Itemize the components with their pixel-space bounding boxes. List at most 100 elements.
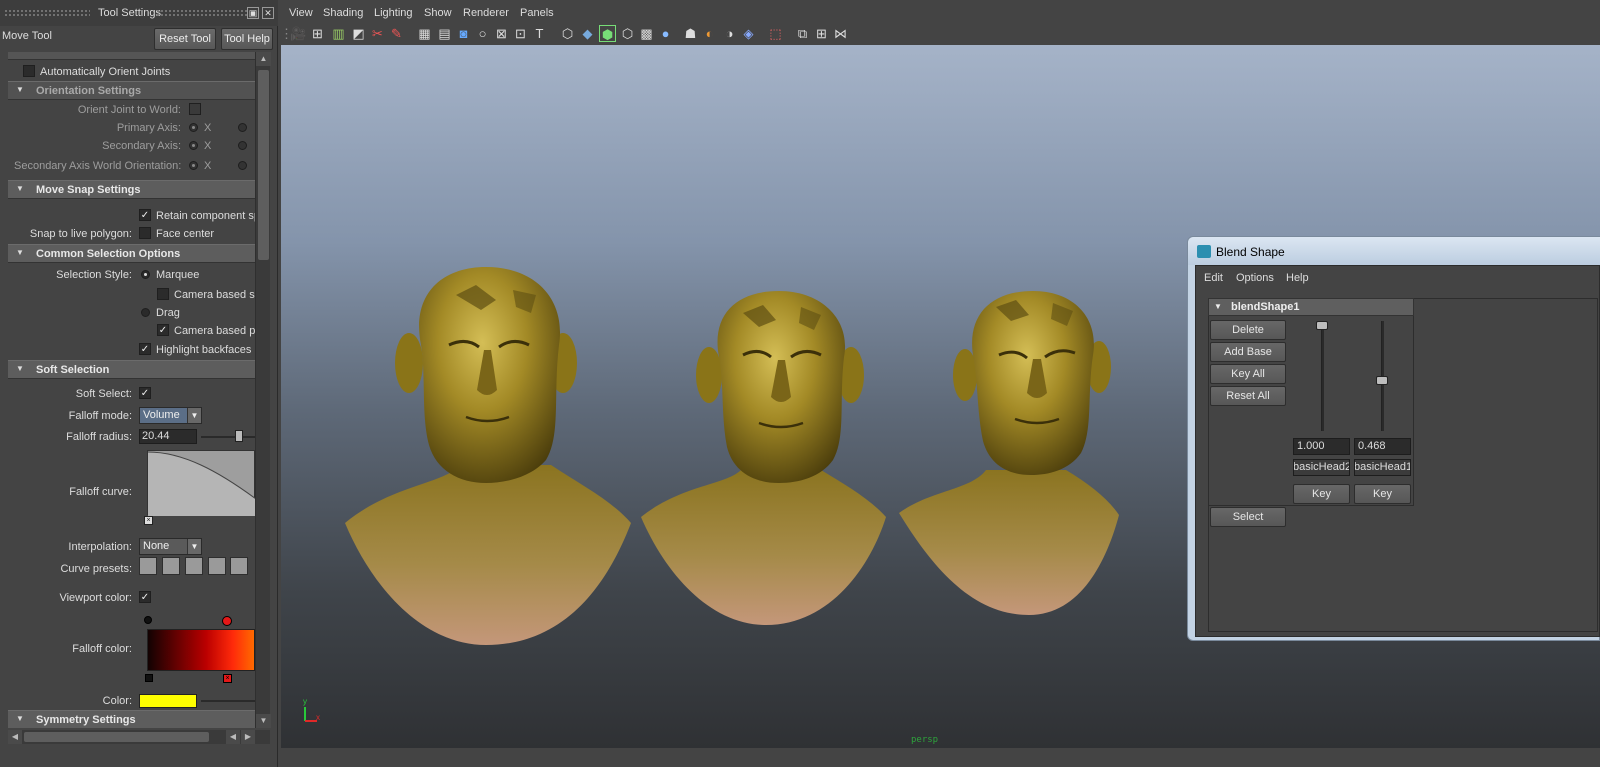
use-all-lights-icon[interactable]: ● [657,25,674,42]
color-stop-selected-icon[interactable]: × [223,674,232,683]
bookmarks-icon[interactable]: ▥ [330,25,347,42]
grease-pencil-icon[interactable]: ✎ [388,25,405,42]
weight-slider-track[interactable] [1321,321,1324,431]
secondary-axis-x-radio[interactable] [189,141,198,150]
scroll-down-icon[interactable]: ▼ [256,714,271,728]
orient-joint-world-checkbox[interactable] [189,103,201,115]
textured-icon[interactable]: ▩ [638,25,655,42]
shadows-icon[interactable]: ☗ [682,25,699,42]
interpolation-dropdown[interactable]: None ▼ [139,538,202,555]
anti-aliasing-icon[interactable]: ◈ [740,25,757,42]
key-button[interactable]: Key [1293,484,1350,504]
key-button[interactable]: Key [1354,484,1411,504]
scrollbar-thumb[interactable] [24,732,209,742]
orientation-settings-header[interactable]: ▼ Orientation Settings [8,81,255,100]
curve-preset-5-button[interactable] [230,557,248,575]
reset-tool-button[interactable]: Reset Tool [154,28,216,50]
scroll-right-icon[interactable]: ▶ [241,730,255,744]
grid-icon[interactable]: ▦ [416,25,433,42]
menu-help[interactable]: Help [1286,272,1309,284]
drag-grip[interactable] [156,9,248,16]
close-icon[interactable]: ✕ [262,7,274,19]
color-stop-red-icon[interactable] [222,616,232,626]
common-selection-header[interactable]: ▼ Common Selection Options [8,244,255,263]
falloff-radius-field[interactable]: 20.44 [139,429,197,444]
wireframe-on-shaded-icon[interactable]: ⬢ [599,25,616,42]
primary-axis-y-radio[interactable] [238,123,247,132]
blendshape-node-header[interactable]: ▼ blendShape1 [1208,298,1414,316]
weight-slider-handle[interactable] [1316,321,1328,330]
key-all-button[interactable]: Key All [1210,364,1286,384]
horizontal-scrollbar[interactable]: ◀ ◀ ▶ [8,730,270,744]
menu-renderer[interactable]: Renderer [463,7,509,19]
field-chart-icon[interactable]: ⊠ [493,25,510,42]
weight-slider-handle[interactable] [1376,376,1388,385]
camera-based-paint-checkbox[interactable]: ✓ [157,324,169,336]
gate-mask-icon[interactable]: ○ [474,25,491,42]
xray-icon[interactable]: ⬡ [619,25,636,42]
lock-camera-icon[interactable]: ⊞ [309,25,326,42]
select-camera-icon[interactable]: 🎥 [290,25,307,42]
head-model-2[interactable] [641,291,886,625]
curve-point-icon[interactable]: × [144,516,153,525]
secondary-world-x-radio[interactable] [189,161,198,170]
drag-radio[interactable] [141,308,150,317]
scroll-up-icon[interactable]: ▲ [256,52,271,66]
highlight-backfaces-checkbox[interactable]: ✓ [139,343,151,355]
face-center-checkbox[interactable] [139,227,151,239]
wireframe-icon[interactable]: ⬡ [559,25,576,42]
camera-based-selection-checkbox[interactable] [157,288,169,300]
resolution-gate-icon[interactable]: ◙ [455,25,472,42]
share-icon[interactable]: ⋈ [832,25,849,42]
soft-selection-header[interactable]: ▼ Soft Selection [8,360,255,379]
menu-lighting[interactable]: Lighting [374,7,413,19]
xray-active-icon[interactable]: ⊞ [813,25,830,42]
weight-field[interactable]: 1.000 [1293,438,1350,455]
drag-grip[interactable] [4,9,90,16]
xray-joints-icon[interactable]: ⧉ [794,25,811,42]
secondary-axis-y-radio[interactable] [238,141,247,150]
marquee-radio[interactable] [141,270,150,279]
curve-preset-3-button[interactable] [185,557,203,575]
smooth-shade-icon[interactable]: ◆ [579,25,596,42]
curve-preset-2-button[interactable] [162,557,180,575]
color-swatch[interactable] [139,694,197,708]
head-model-3[interactable] [899,291,1119,615]
falloff-curve-graph[interactable] [147,450,255,516]
menu-edit[interactable]: Edit [1204,272,1223,284]
motion-blur-icon[interactable]: ◑ [721,25,738,42]
soft-select-checkbox[interactable]: ✓ [139,387,151,399]
delete-button[interactable]: Delete [1210,320,1286,340]
head-model-1[interactable] [345,267,631,645]
screen-space-ao-icon[interactable]: ◐ [701,25,718,42]
tool-settings-titlebar[interactable]: Tool Settings ▣ ✕ [0,0,278,26]
weight-field[interactable]: 0.468 [1354,438,1411,455]
falloff-color-ramp[interactable] [147,629,255,671]
safe-title-icon[interactable]: T [531,25,548,42]
menu-view[interactable]: View [289,7,313,19]
menu-shading[interactable]: Shading [323,7,363,19]
safe-action-icon[interactable]: ⊡ [512,25,529,42]
scrollbar-thumb[interactable] [258,70,269,260]
move-snap-settings-header[interactable]: ▼ Move Snap Settings [8,180,255,199]
scroll-left-icon[interactable]: ◀ [8,730,22,744]
viewport-color-checkbox[interactable]: ✓ [139,591,151,603]
float-icon[interactable]: ▣ [247,7,259,19]
falloff-mode-dropdown[interactable]: Volume ▼ [139,407,202,424]
target-name-field[interactable]: basicHead2 [1293,459,1350,476]
retain-component-checkbox[interactable]: ✓ [139,209,151,221]
falloff-radius-slider-track[interactable] [201,436,255,438]
scroll-left-icon[interactable]: ◀ [226,730,240,744]
primary-axis-x-radio[interactable] [189,123,198,132]
curve-preset-4-button[interactable] [208,557,226,575]
curve-preset-1-button[interactable] [139,557,157,575]
menu-options[interactable]: Options [1236,272,1274,284]
falloff-radius-slider-handle[interactable] [235,430,243,442]
tool-help-button[interactable]: Tool Help [221,28,273,50]
add-base-button[interactable]: Add Base [1210,342,1286,362]
color-stop-square-icon[interactable] [145,674,153,682]
symmetry-settings-header[interactable]: ▼ Symmetry Settings [8,710,255,728]
color-stop-black-icon[interactable] [144,616,152,624]
2d-pan-zoom-icon[interactable]: ✂ [369,25,386,42]
blend-shape-titlebar[interactable]: Blend Shape [1188,237,1600,265]
